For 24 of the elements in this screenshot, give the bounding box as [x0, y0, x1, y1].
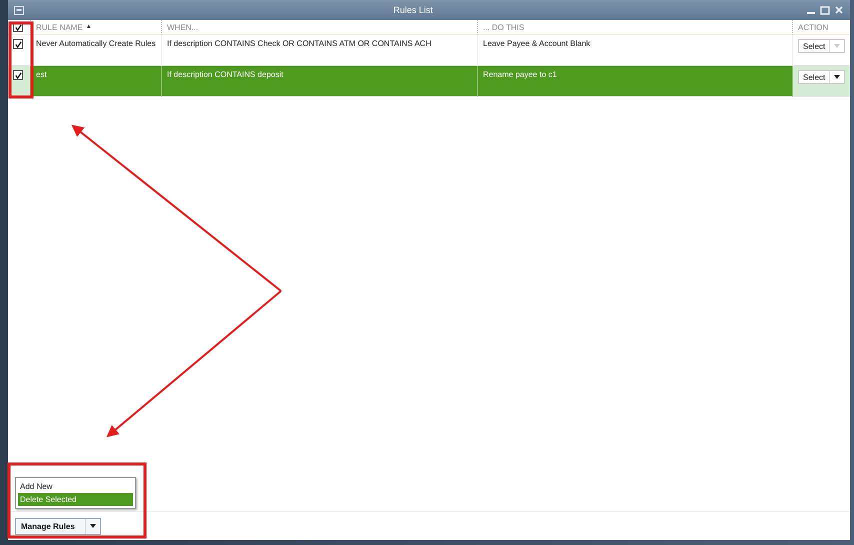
menu-item[interactable]: Delete Selected: [18, 493, 133, 506]
select-dropdown[interactable]: Select: [798, 70, 846, 84]
window-menu-icon[interactable]: [14, 6, 24, 14]
row-checkbox[interactable]: [13, 70, 23, 80]
caret-icon: [90, 524, 96, 528]
column-header[interactable]: RULE NAME: [36, 22, 83, 32]
maximize-icon[interactable]: [820, 5, 830, 15]
condition-text: If description CONTAINS Check OR CONTAINS ATM OR CONTAINS ACH: [167, 39, 432, 48]
select-dropdown[interactable]: Select: [798, 39, 846, 53]
action-text: Rename payee to c1: [483, 70, 557, 79]
row-checkbox[interactable]: [13, 39, 23, 49]
manage-rules-button[interactable]: Manage Rules: [15, 518, 101, 534]
window-title: Rules List: [392, 5, 434, 15]
column-header[interactable]: ACTION: [798, 22, 828, 32]
caret-icon: [834, 44, 840, 48]
column-header[interactable]: ... DO THIS: [483, 22, 524, 32]
condition-text: If description CONTAINS deposit: [167, 70, 284, 79]
rule-name: Never Automatically Create Rules: [36, 39, 156, 48]
menu-item[interactable]: Add New: [18, 480, 133, 493]
column-header[interactable]: WHEN...: [167, 22, 198, 32]
close-icon[interactable]: [834, 5, 844, 15]
rule-name: est: [36, 70, 47, 79]
action-text: Leave Payee & Account Blank: [483, 39, 590, 48]
caret-icon: [834, 75, 840, 79]
